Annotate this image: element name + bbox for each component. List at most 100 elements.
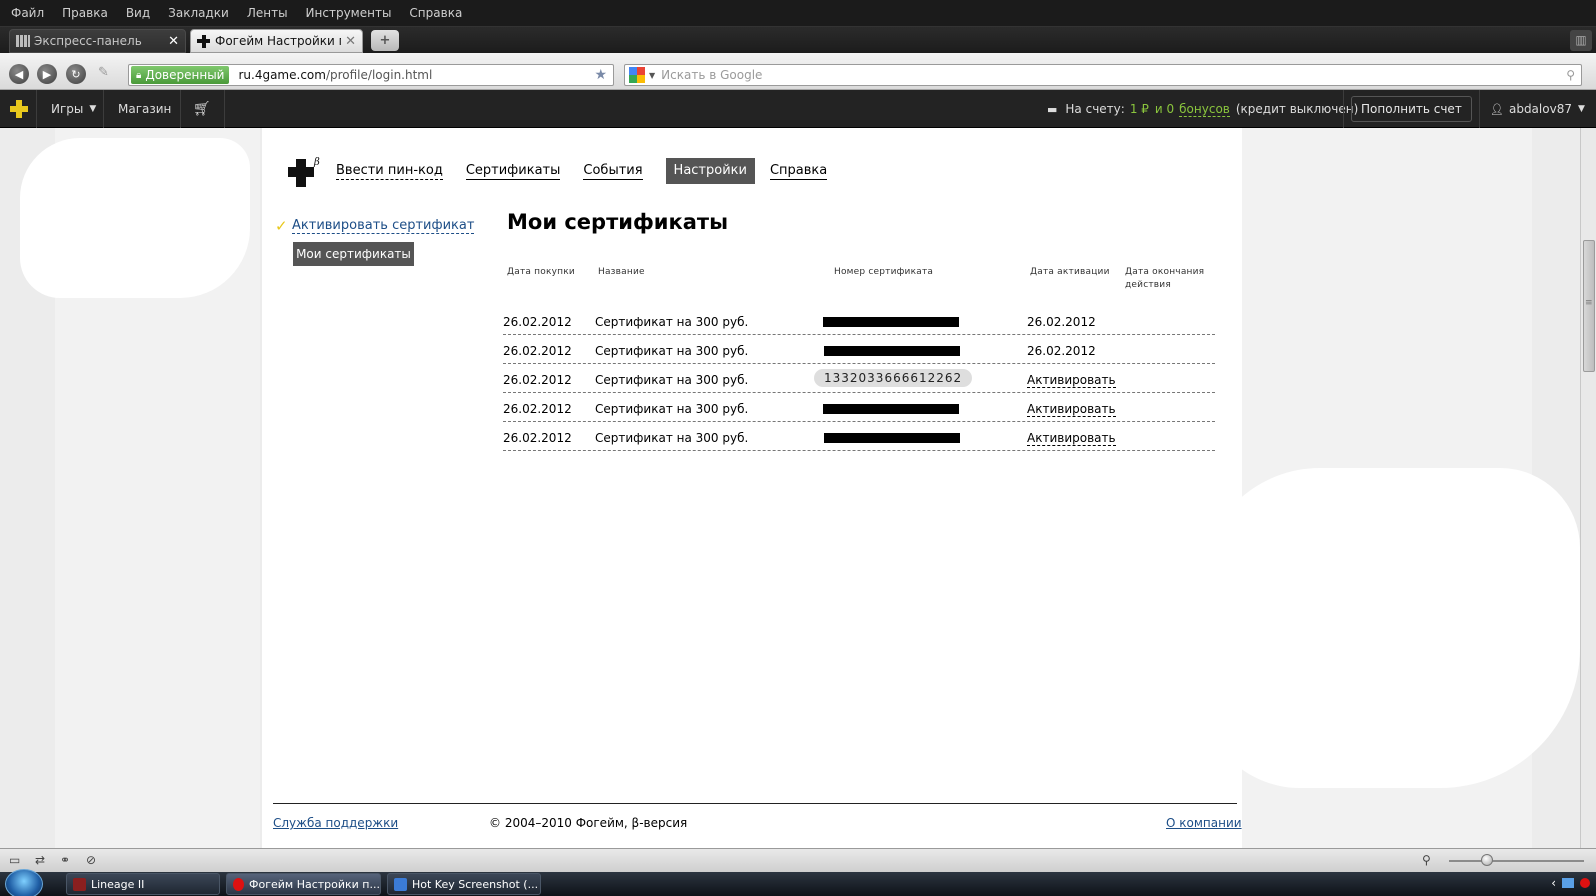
redacted-number xyxy=(824,346,960,356)
menu-view[interactable]: Вид xyxy=(126,6,150,20)
opera-icon xyxy=(233,877,244,891)
4game-logo-icon[interactable] xyxy=(10,90,28,128)
games-label: Игры xyxy=(51,102,84,116)
user-menu[interactable]: 👤︎ abdalov87 ▼ xyxy=(1490,90,1585,128)
tab-strip: Экспресс-панель ✕ Фогейм Настройки п... … xyxy=(0,27,1596,53)
taskbar-hotkey-screenshot[interactable]: Hot Key Screenshot (... xyxy=(387,873,541,895)
tray-opera-icon[interactable] xyxy=(1580,878,1590,888)
cell-name: Сертификат на 300 руб. xyxy=(595,344,749,358)
bonus-link[interactable]: бонусов xyxy=(1179,102,1230,117)
close-icon[interactable]: ✕ xyxy=(168,34,179,49)
site-nav: Ввести пин-код Сертификаты События Настр… xyxy=(336,158,850,184)
unite-icon[interactable]: ⚭ xyxy=(60,853,70,867)
sync-icon[interactable]: ⇄ xyxy=(35,853,45,867)
trash-icon[interactable]: ▥ xyxy=(1570,30,1592,51)
cell-name: Сертификат на 300 руб. xyxy=(595,373,749,387)
content-column xyxy=(262,128,1242,848)
right-blank-patch xyxy=(1200,468,1580,788)
table-row: 26.02.2012 Сертификат на 300 руб. 133203… xyxy=(503,364,1215,393)
redacted-number xyxy=(823,317,959,327)
support-link[interactable]: Служба поддержки xyxy=(273,816,398,830)
topup-button[interactable]: Пополнить счет xyxy=(1351,90,1472,128)
sidemenu-my-certificates[interactable]: Мои сертификаты xyxy=(293,242,414,266)
turbo-icon[interactable]: ⊘ xyxy=(86,853,96,867)
4game-beta-logo[interactable]: β xyxy=(286,155,322,191)
table-row: 26.02.2012 Сертификат на 300 руб. 26.02.… xyxy=(503,335,1215,364)
nav-events[interactable]: События xyxy=(583,163,643,180)
tab-speed-dial[interactable]: Экспресс-панель ✕ xyxy=(9,29,186,53)
nav-help[interactable]: Справка xyxy=(769,163,828,180)
start-button[interactable] xyxy=(5,869,43,896)
reload-icon[interactable]: ↻ xyxy=(66,64,86,84)
url-text[interactable]: ru.4game.com/profile/login.html xyxy=(238,68,594,82)
nav-settings[interactable]: Настройки xyxy=(665,158,755,184)
cell-name: Сертификат на 300 руб. xyxy=(595,402,749,416)
close-icon[interactable]: ✕ xyxy=(345,34,356,49)
trusted-badge[interactable]: 🔒︎ Доверенный xyxy=(131,66,230,84)
cart-icon[interactable]: 🛒︎ xyxy=(193,90,211,128)
zoom-slider-knob[interactable] xyxy=(1481,854,1493,866)
cell-purchase-date: 26.02.2012 xyxy=(503,431,572,445)
menu-tools[interactable]: Инструменты xyxy=(306,6,392,20)
menu-edit[interactable]: Правка xyxy=(62,6,108,20)
wand-icon[interactable]: ✎ xyxy=(98,65,116,83)
cell-activation-date: 26.02.2012 xyxy=(1027,315,1096,329)
google-icon[interactable] xyxy=(629,67,645,83)
footer-divider xyxy=(273,803,1237,804)
taskbar-opera[interactable]: Фогейм Настройки п... xyxy=(226,873,381,895)
zoom-icon[interactable]: ⚲ xyxy=(1422,853,1431,867)
activate-link[interactable]: Активировать xyxy=(1027,373,1116,388)
cell-activation-date: 26.02.2012 xyxy=(1027,344,1096,358)
tab-4game-settings[interactable]: Фогейм Настройки п... ✕ xyxy=(190,29,363,53)
tray-monitor-icon[interactable] xyxy=(1562,878,1574,888)
cell-purchase-date: 26.02.2012 xyxy=(503,402,572,416)
forward-icon[interactable]: ▶ xyxy=(37,64,57,84)
new-tab-button[interactable]: + xyxy=(371,30,399,51)
taskbar-lineage[interactable]: Lineage II xyxy=(66,873,220,895)
site-topbar: Игры ▼ Магазин 🛒︎ ▬ На счету: 1 ₽ и 0 бо… xyxy=(0,90,1596,128)
activate-link[interactable]: Активировать xyxy=(1027,431,1116,446)
panel-toggle-icon[interactable]: ▭ xyxy=(9,853,20,867)
col-name: Название xyxy=(598,267,645,277)
zoom-slider-track[interactable] xyxy=(1449,860,1584,862)
about-link[interactable]: О компании xyxy=(1166,816,1242,830)
url-field[interactable]: 🔒︎ Доверенный ru.4game.com/profile/login… xyxy=(128,64,614,86)
site-favicon-icon xyxy=(197,35,211,48)
menu-file[interactable]: Файл xyxy=(11,6,44,20)
col-expiry-date: Дата окончания действия xyxy=(1125,266,1204,292)
menu-help[interactable]: Справка xyxy=(409,6,462,20)
redacted-number xyxy=(823,404,959,414)
cell-name: Сертификат на 300 руб. xyxy=(595,315,749,329)
activate-link[interactable]: Активировать xyxy=(1027,402,1116,417)
trusted-label: Доверенный xyxy=(145,68,225,82)
bonus-count: и 0 xyxy=(1154,102,1175,116)
bookmark-star-icon[interactable]: ★ xyxy=(594,67,607,83)
sidemenu-activate-certificate[interactable]: Активировать сертификат xyxy=(292,218,475,234)
url-host: ru.4game.com xyxy=(238,68,326,82)
screenshot-app-icon xyxy=(394,877,407,891)
nav-certificates[interactable]: Сертификаты xyxy=(465,163,561,180)
vertical-scrollbar[interactable]: ≡ xyxy=(1580,128,1596,848)
shop-link[interactable]: Магазин xyxy=(118,90,171,128)
nav-pin-code[interactable]: Ввести пин-код xyxy=(336,163,443,180)
menu-bookmarks[interactable]: Закладки xyxy=(168,6,229,20)
search-field[interactable]: ▼ Искать в Google ⚲ xyxy=(624,64,1582,86)
table-row: 26.02.2012 Сертификат на 300 руб. 26.02.… xyxy=(503,306,1215,335)
svg-text:β: β xyxy=(313,157,320,168)
taskbar-label: Lineage II xyxy=(91,877,145,891)
speed-dial-icon xyxy=(16,35,30,47)
browser-menubar: Файл Правка Вид Закладки Ленты Инструмен… xyxy=(0,0,1596,27)
tab-label: Экспресс-панель xyxy=(34,34,142,48)
url-path: /profile/login.html xyxy=(325,68,433,82)
games-menu[interactable]: Игры ▼ xyxy=(51,90,96,128)
chevron-down-icon[interactable]: ▼ xyxy=(649,71,655,80)
menu-feeds[interactable]: Ленты xyxy=(247,6,288,20)
back-icon[interactable]: ◀ xyxy=(9,64,29,84)
table-row: 26.02.2012 Сертификат на 300 руб. Активи… xyxy=(503,393,1215,422)
tray-expand-icon[interactable]: ‹ xyxy=(1551,876,1556,890)
search-icon[interactable]: ⚲ xyxy=(1566,68,1575,82)
taskbar-label: Hot Key Screenshot (... xyxy=(412,877,539,891)
system-tray: ‹ xyxy=(1551,876,1590,890)
copyright: © 2004–2010 Фогейм, β-версия xyxy=(489,816,688,830)
lock-icon: 🔒︎ xyxy=(136,69,142,81)
